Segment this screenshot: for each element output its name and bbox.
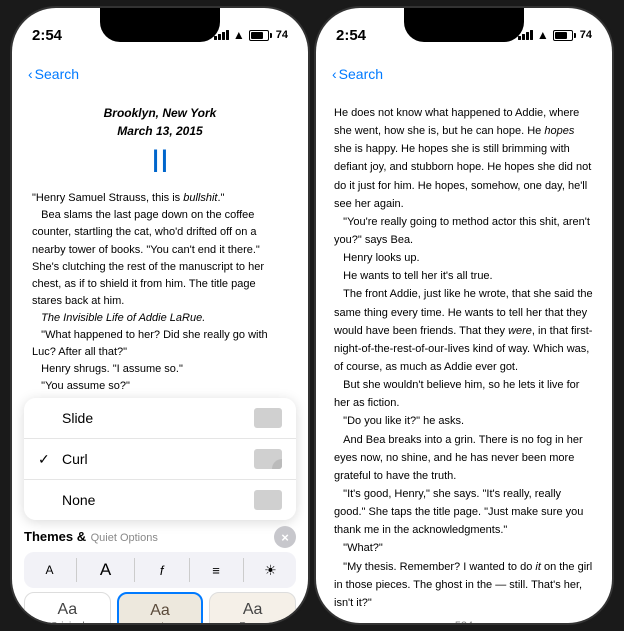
divider-1: [76, 558, 77, 582]
check-curl: ✓: [38, 451, 54, 468]
book-text: "Henry Samuel Strauss, this is bullshit.…: [32, 190, 288, 396]
theme-paper-aa: Aa: [243, 601, 263, 619]
close-themes-button[interactable]: ×: [274, 526, 296, 548]
battery-pct-right: 74: [580, 29, 592, 41]
battery-pct-left: 74: [276, 29, 288, 41]
notch-right: [404, 8, 524, 42]
theme-paper-card[interactable]: Aa Paper: [209, 592, 296, 623]
theme-original-card[interactable]: Aa Original: [24, 592, 111, 623]
none-icon: [254, 490, 282, 510]
battery-left: [249, 30, 272, 41]
transition-menu: Slide ✓ Curl None: [24, 398, 296, 520]
theme-original-label: Original: [50, 621, 84, 623]
layout-button[interactable]: ≡: [204, 558, 228, 582]
theme-cards: Aa Original Aa Quiet Aa Paper Aa Bold Aa…: [24, 592, 296, 623]
status-time-right: 2:54: [336, 27, 366, 44]
slide-icon: [254, 408, 282, 428]
nav-bar-left: ‹ Search: [12, 52, 308, 96]
themes-title: Themes & Quiet Options: [24, 528, 158, 546]
themes-section: Themes & Quiet Options ×: [24, 526, 296, 548]
back-label-right: Search: [339, 66, 383, 82]
left-phone: 2:54 ▲ 74 ‹: [12, 8, 308, 623]
book-header: Brooklyn, New York March 13, 2015 II: [32, 104, 288, 180]
back-button-left[interactable]: ‹ Search: [28, 66, 79, 82]
book-content-left: Brooklyn, New York March 13, 2015 II "He…: [12, 96, 308, 396]
wifi-icon-left: ▲: [233, 28, 245, 42]
status-time-left: 2:54: [32, 27, 62, 44]
font-small-button[interactable]: A: [37, 559, 61, 581]
back-label-left: Search: [35, 66, 79, 82]
wifi-icon-right: ▲: [537, 28, 549, 42]
phones-container: 2:54 ▲ 74 ‹: [4, 0, 620, 631]
right-phone: 2:54 ▲ 74 ‹: [316, 8, 612, 623]
curl-icon: [254, 449, 282, 469]
transition-slide[interactable]: Slide: [24, 398, 296, 439]
divider-2: [134, 558, 135, 582]
font-select-button[interactable]: f: [150, 558, 174, 582]
brightness-button[interactable]: ☀: [258, 558, 282, 582]
reading-text: He does not know what happened to Addie,…: [334, 104, 594, 616]
battery-right: [553, 30, 576, 41]
status-icons-left: ▲ 74: [214, 28, 288, 42]
theme-quiet-card[interactable]: Aa Quiet: [117, 592, 204, 623]
status-icons-right: ▲ 74: [518, 28, 592, 42]
theme-quiet-aa: Aa: [150, 602, 170, 620]
theme-original-aa: Aa: [58, 601, 78, 619]
book-chapter: II: [32, 142, 288, 180]
nav-bar-right: ‹ Search: [316, 52, 612, 96]
book-location: Brooklyn, New York March 13, 2015: [32, 104, 288, 140]
divider-4: [243, 558, 244, 582]
back-button-right[interactable]: ‹ Search: [332, 66, 383, 82]
themes-header: Themes & Quiet Options ×: [24, 526, 296, 548]
theme-quiet-label: Quiet: [148, 622, 172, 623]
page-number: 524: [316, 620, 612, 623]
reading-content: He does not know what happened to Addie,…: [316, 96, 612, 616]
font-large-button[interactable]: A: [92, 556, 119, 584]
divider-3: [189, 558, 190, 582]
back-chevron-left: ‹: [28, 66, 33, 82]
transition-none[interactable]: None: [24, 480, 296, 520]
back-chevron-right: ‹: [332, 66, 337, 82]
font-toolbar: A A f ≡ ☀: [24, 552, 296, 588]
theme-paper-label: Paper: [239, 621, 266, 623]
transition-curl[interactable]: ✓ Curl: [24, 439, 296, 480]
notch: [100, 8, 220, 42]
